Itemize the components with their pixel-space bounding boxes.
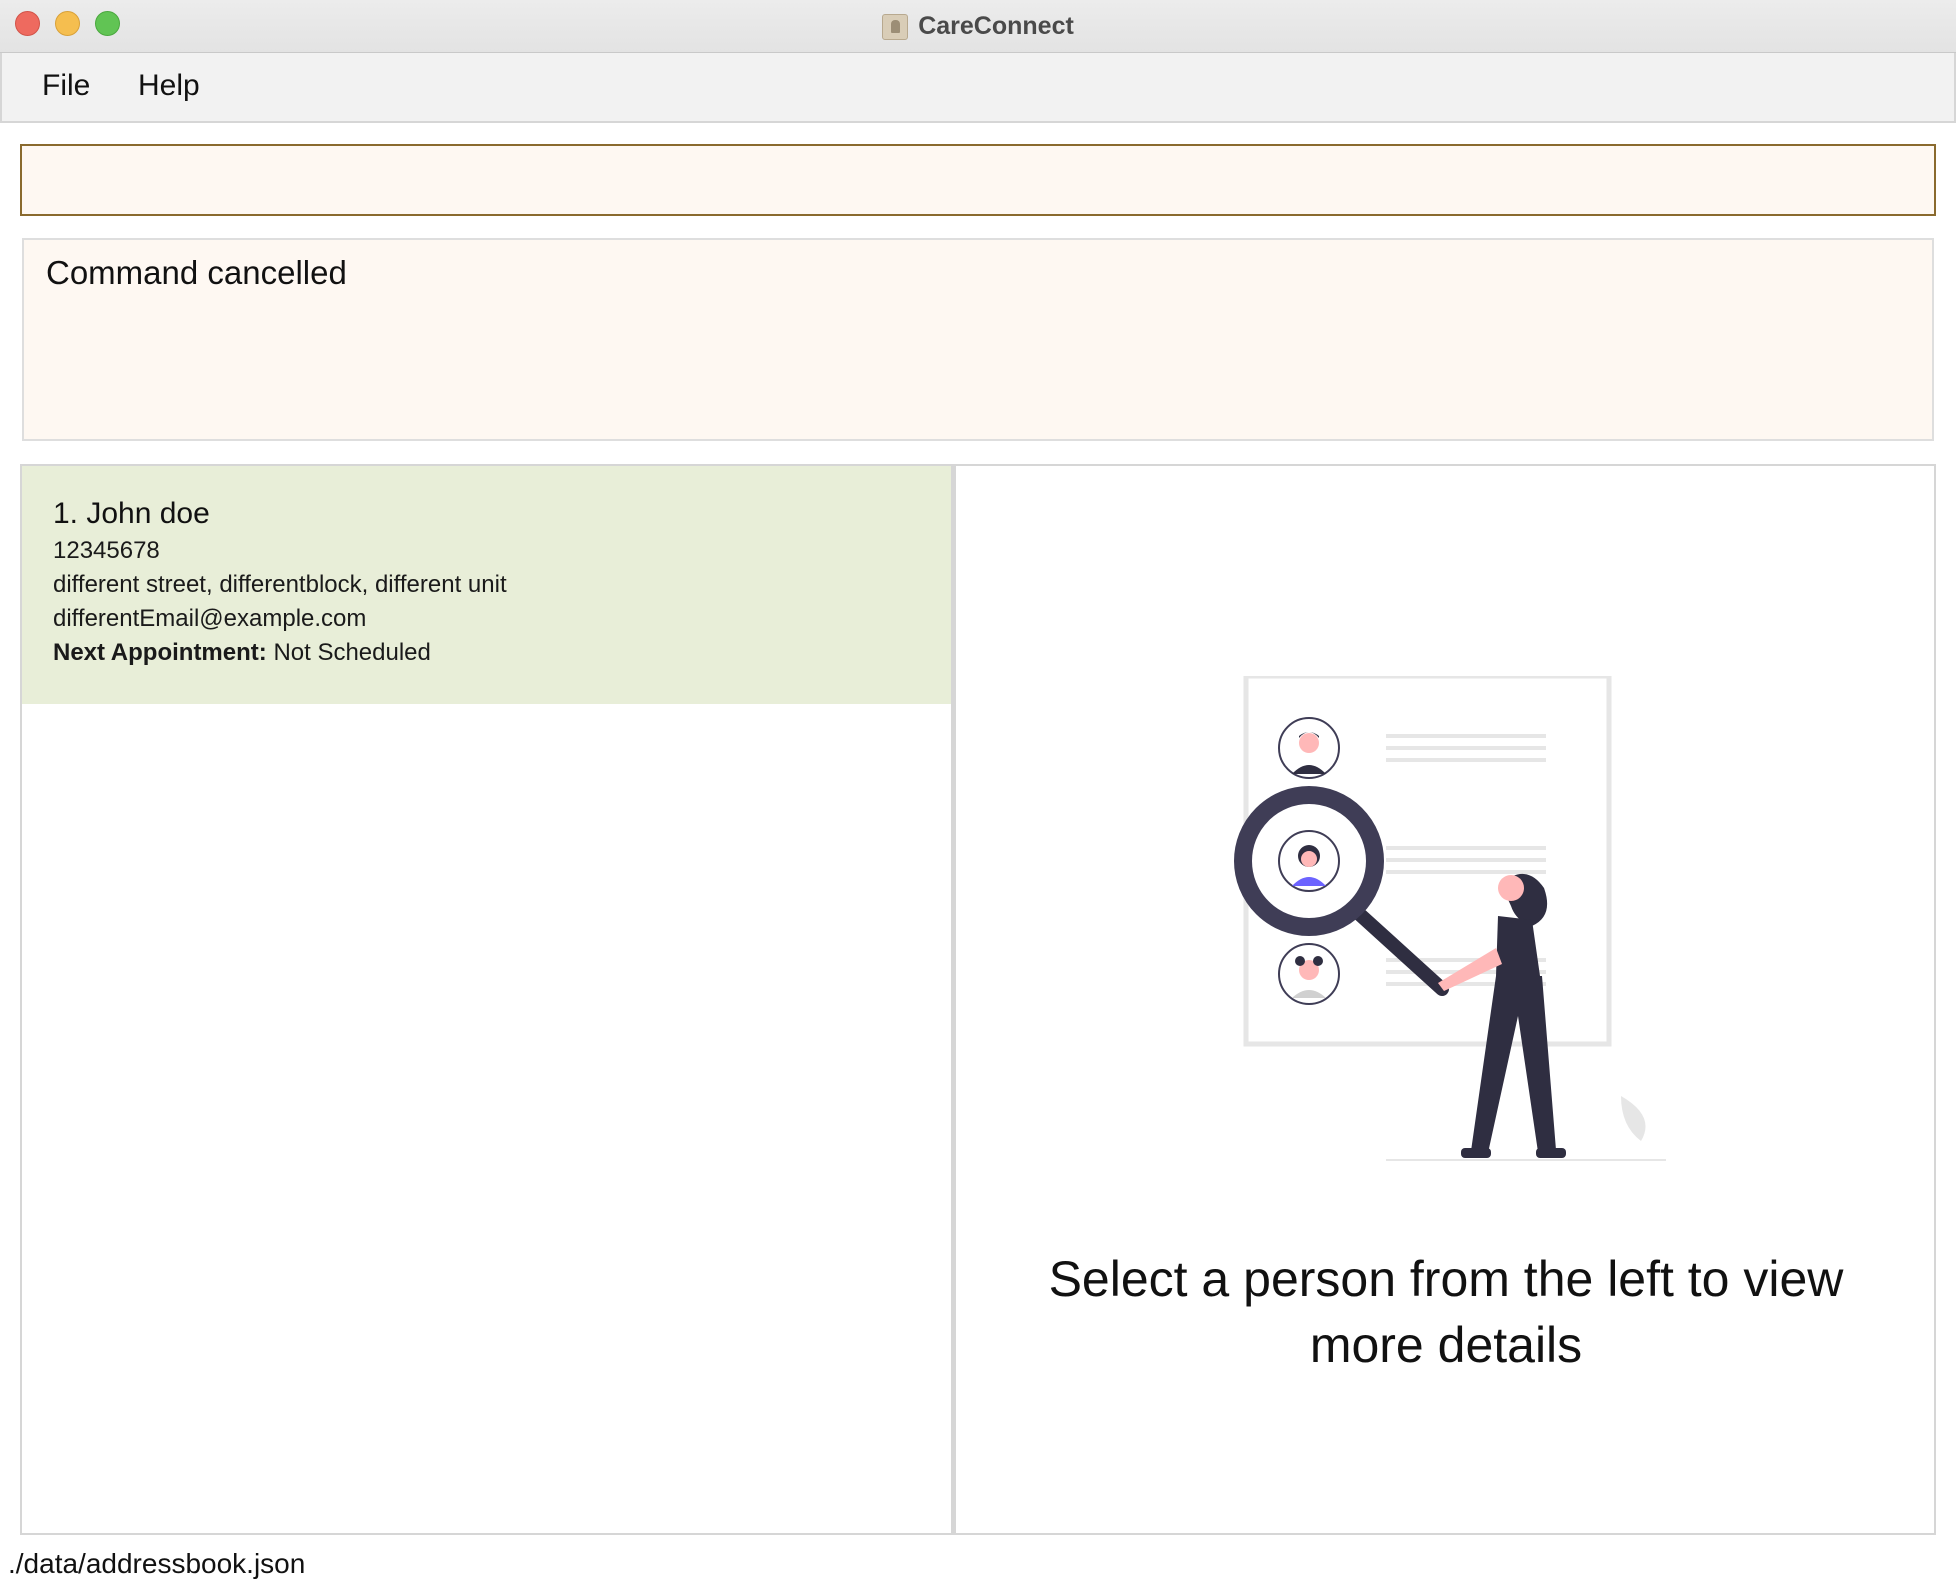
appointment-label: Next Appointment: [53, 639, 267, 666]
person-phone: 12345678 [53, 537, 160, 564]
person-name: 1. John doe [53, 497, 210, 530]
window-title-group: CareConnect [0, 0, 1956, 53]
status-bar-file-path: ./data/addressbook.json [8, 1548, 306, 1579]
person-email: differentEmail@example.com [53, 605, 367, 632]
person-appointment: Next Appointment: Not Scheduled [53, 636, 921, 670]
menu-help[interactable]: Help [138, 69, 200, 103]
menu-file[interactable]: File [42, 69, 90, 103]
address-book-icon [882, 13, 909, 40]
result-display: Command cancelled [22, 238, 1934, 441]
person-list-panel[interactable]: 1. John doe 12345678 different street, d… [20, 464, 953, 1535]
window-title: CareConnect [918, 12, 1074, 40]
person-detail-panel: Select a person from the left to view mo… [954, 464, 1936, 1535]
person-search-illustration [1234, 676, 1666, 1161]
command-input[interactable] [20, 144, 1936, 216]
appointment-value: Not Scheduled [273, 639, 431, 666]
title-bar: CareConnect [0, 0, 1956, 53]
detail-prompt: Select a person from the left to view mo… [1048, 1251, 1844, 1373]
menu-bar: File Help [0, 53, 1956, 123]
person-card[interactable]: 1. John doe 12345678 different street, d… [22, 466, 951, 704]
result-message: Command cancelled [46, 254, 347, 291]
person-address: different street, differentblock, differ… [53, 571, 507, 598]
